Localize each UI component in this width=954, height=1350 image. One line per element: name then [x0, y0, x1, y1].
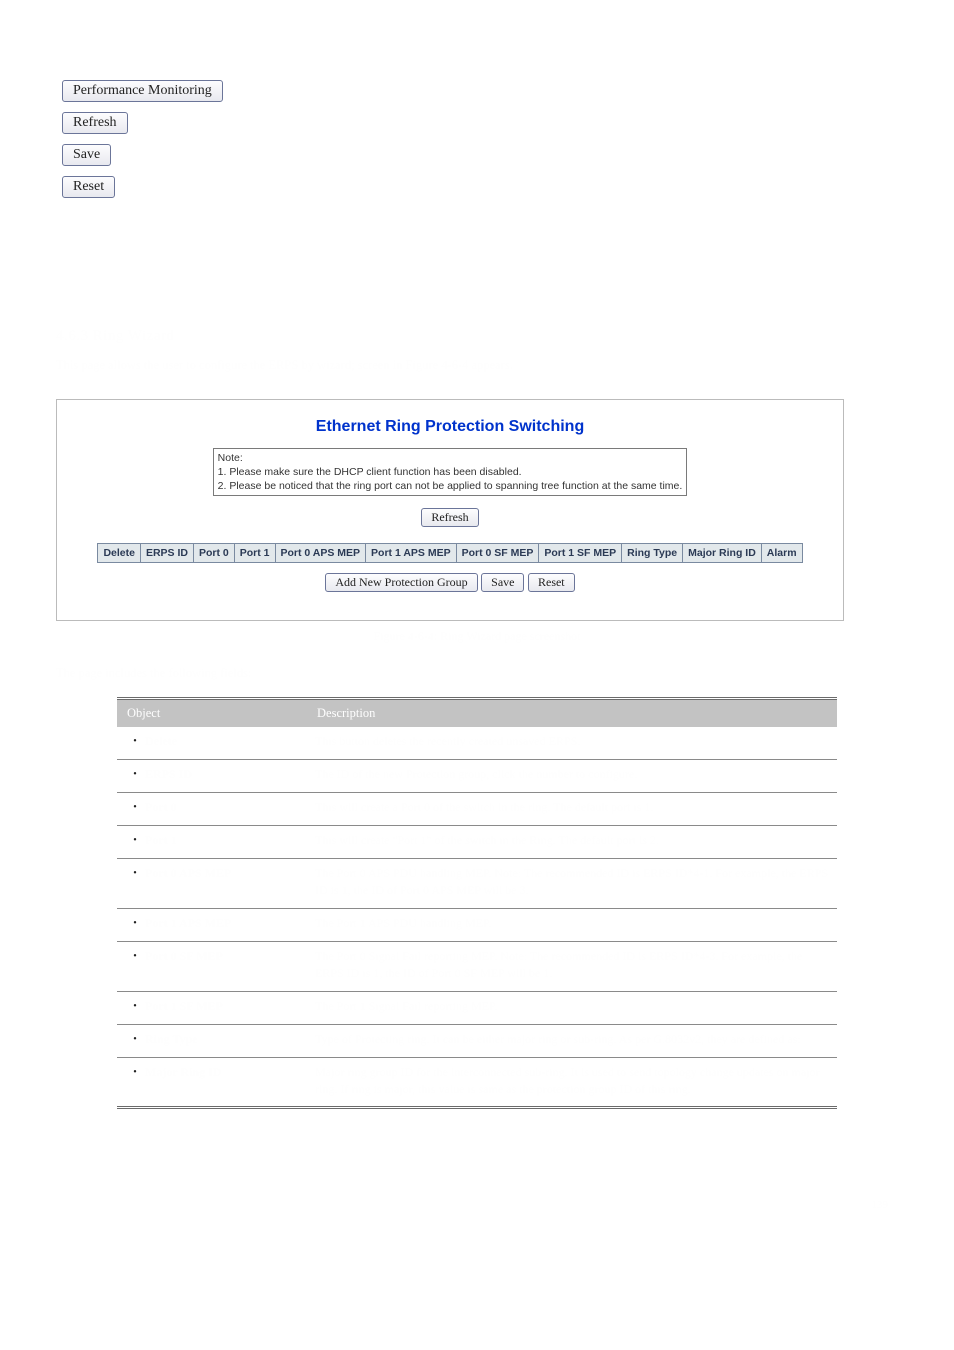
pre-table-text: The page includes the following fields: — [56, 666, 898, 681]
note-line-2: 2. Please be noticed that the ring port … — [218, 480, 683, 492]
object-cell: •Major Ring ID — [117, 1057, 307, 1108]
col-port-0: Port 0 — [193, 544, 234, 563]
section-description: This page allows the user to configure t… — [56, 357, 898, 375]
figure-title: Ethernet Ring Protection Switching — [65, 418, 835, 436]
figure-save-button[interactable]: Save — [481, 573, 524, 592]
description-cell: The Port 1 Signal Fail reporting MEP. — [307, 991, 837, 1024]
col-port-0-aps-mep: Port 0 APS MEP — [275, 544, 366, 563]
table-row: •Port 0 APS MEPThe Port 0 APS PDU handli… — [117, 859, 837, 909]
description-cell: The Port 0 APS PDU handling MEP. Note: T… — [307, 859, 837, 909]
note-box: Note: 1. Please make sure the DHCP clien… — [213, 448, 688, 497]
obj-header-description: Description — [307, 699, 837, 728]
figure-caption: Figure 4-6-4: Ring Wizard page screensho… — [56, 629, 898, 644]
description-cell: This will create a Port 0 of the switch … — [307, 793, 837, 826]
description-cell: The ID of the new Protection group, clic… — [307, 760, 837, 793]
object-cell: •Port 0 APS MEP — [117, 859, 307, 909]
col-major-ring-id: Major Ring ID — [683, 544, 762, 563]
table-row: •Port 0 SF MEPThe Port 0 Signal Fail rep… — [117, 941, 837, 991]
figure-refresh-button[interactable]: Refresh — [421, 508, 478, 527]
object-name: Ring Type — [145, 1031, 198, 1048]
bullet-icon: • — [125, 915, 145, 933]
bullet-icon: • — [125, 766, 145, 784]
bullet-icon: • — [125, 832, 145, 850]
description-cell: The Port 0 Signal Fail reporting MEP. No… — [307, 941, 837, 991]
object-name: Delete — [145, 733, 177, 750]
reset-button[interactable]: Reset — [62, 176, 115, 198]
table-row: •Port 1 SF MEPThe Port 1 Signal Fail rep… — [117, 991, 837, 1024]
bullet-icon: • — [125, 998, 145, 1016]
object-cell: •Port 1 — [117, 826, 307, 859]
description-cell: Type of Protecting ring. It can be eithe… — [307, 1024, 837, 1057]
object-cell: •Port 1 SF MEP — [117, 991, 307, 1024]
description-cell: This will create "Port 1" of the switch … — [307, 826, 837, 859]
table-row: •DeleteThis button deletes the recently … — [117, 727, 837, 760]
object-name: Port 0 SF MEP — [145, 948, 223, 965]
object-cell: •Ring Type — [117, 1024, 307, 1057]
object-cell: •Port 0 — [117, 793, 307, 826]
object-cell: •Delete — [117, 727, 307, 760]
col-port-1-sf-mep: Port 1 SF MEP — [539, 544, 622, 563]
section-heading: 4.6.3 Ring Wizard — [56, 328, 898, 345]
table-row: •Port 0This will create a Port 0 of the … — [117, 793, 837, 826]
figure-box: Ethernet Ring Protection Switching Note:… — [56, 399, 844, 622]
object-name: Major Ring ID — [145, 1064, 221, 1081]
table-row: •Port 1 APS MEPThe Port 1 APS PDU handli… — [117, 908, 837, 941]
object-cell: •ERPS ID — [117, 760, 307, 793]
col-alarm: Alarm — [761, 544, 802, 563]
obj-header-object: Object — [117, 699, 307, 728]
save-button[interactable]: Save — [62, 144, 111, 166]
bullet-icon: • — [125, 799, 145, 817]
page-number: 139 — [56, 1199, 898, 1211]
top-button-group: Performance Monitoring Refresh Save Rese… — [56, 40, 898, 208]
col-erps-id: ERPS ID — [140, 544, 193, 563]
bullet-icon: • — [125, 1031, 145, 1049]
object-description-table: Object Description •DeleteThis button de… — [117, 697, 837, 1109]
col-ring-type: Ring Type — [622, 544, 683, 563]
table-row: •Port 1This will create "Port 1" of the … — [117, 826, 837, 859]
bullet-icon: • — [125, 733, 145, 751]
note-line-1: 1. Please make sure the DHCP client func… — [218, 466, 522, 478]
description-cell: This button deletes the recently created… — [307, 727, 837, 760]
table-row: •Ring TypeType of Protecting ring. It ca… — [117, 1024, 837, 1057]
object-name: Port 1 SF MEP — [145, 998, 223, 1015]
col-port-1: Port 1 — [234, 544, 275, 563]
object-name: Port 0 APS MEP — [145, 865, 231, 882]
description-cell: The Port 1 APS PDU handling MEP. — [307, 908, 837, 941]
bullet-icon: • — [125, 1064, 145, 1082]
figure-reset-button[interactable]: Reset — [528, 573, 575, 592]
add-protection-group-button[interactable]: Add New Protection Group — [325, 573, 477, 592]
table-row: •ERPS IDThe ID of the new Protection gro… — [117, 760, 837, 793]
col-port-1-aps-mep: Port 1 APS MEP — [366, 544, 457, 563]
bullet-icon: • — [125, 865, 145, 883]
object-cell: •Port 1 APS MEP — [117, 908, 307, 941]
table-row: •Major Ring IDMajor ring group ID for th… — [117, 1057, 837, 1108]
object-cell: •Port 0 SF MEP — [117, 941, 307, 991]
refresh-button[interactable]: Refresh — [62, 112, 128, 134]
performance-monitoring-button[interactable]: Performance Monitoring — [62, 80, 223, 102]
col-delete: Delete — [98, 544, 141, 563]
col-port-0-sf-mep: Port 0 SF MEP — [456, 544, 539, 563]
note-label: Note: — [218, 452, 243, 464]
object-name: ERPS ID — [145, 766, 192, 783]
object-name: Port 1 APS MEP — [145, 915, 231, 932]
object-name: Port 1 — [145, 832, 177, 849]
description-cell: Major ring group ID for the interconnect… — [307, 1057, 837, 1108]
bullet-icon: • — [125, 948, 145, 966]
erps-columns-table: Delete ERPS ID Port 0 Port 1 Port 0 APS … — [97, 543, 802, 563]
object-name: Port 0 — [145, 799, 177, 816]
